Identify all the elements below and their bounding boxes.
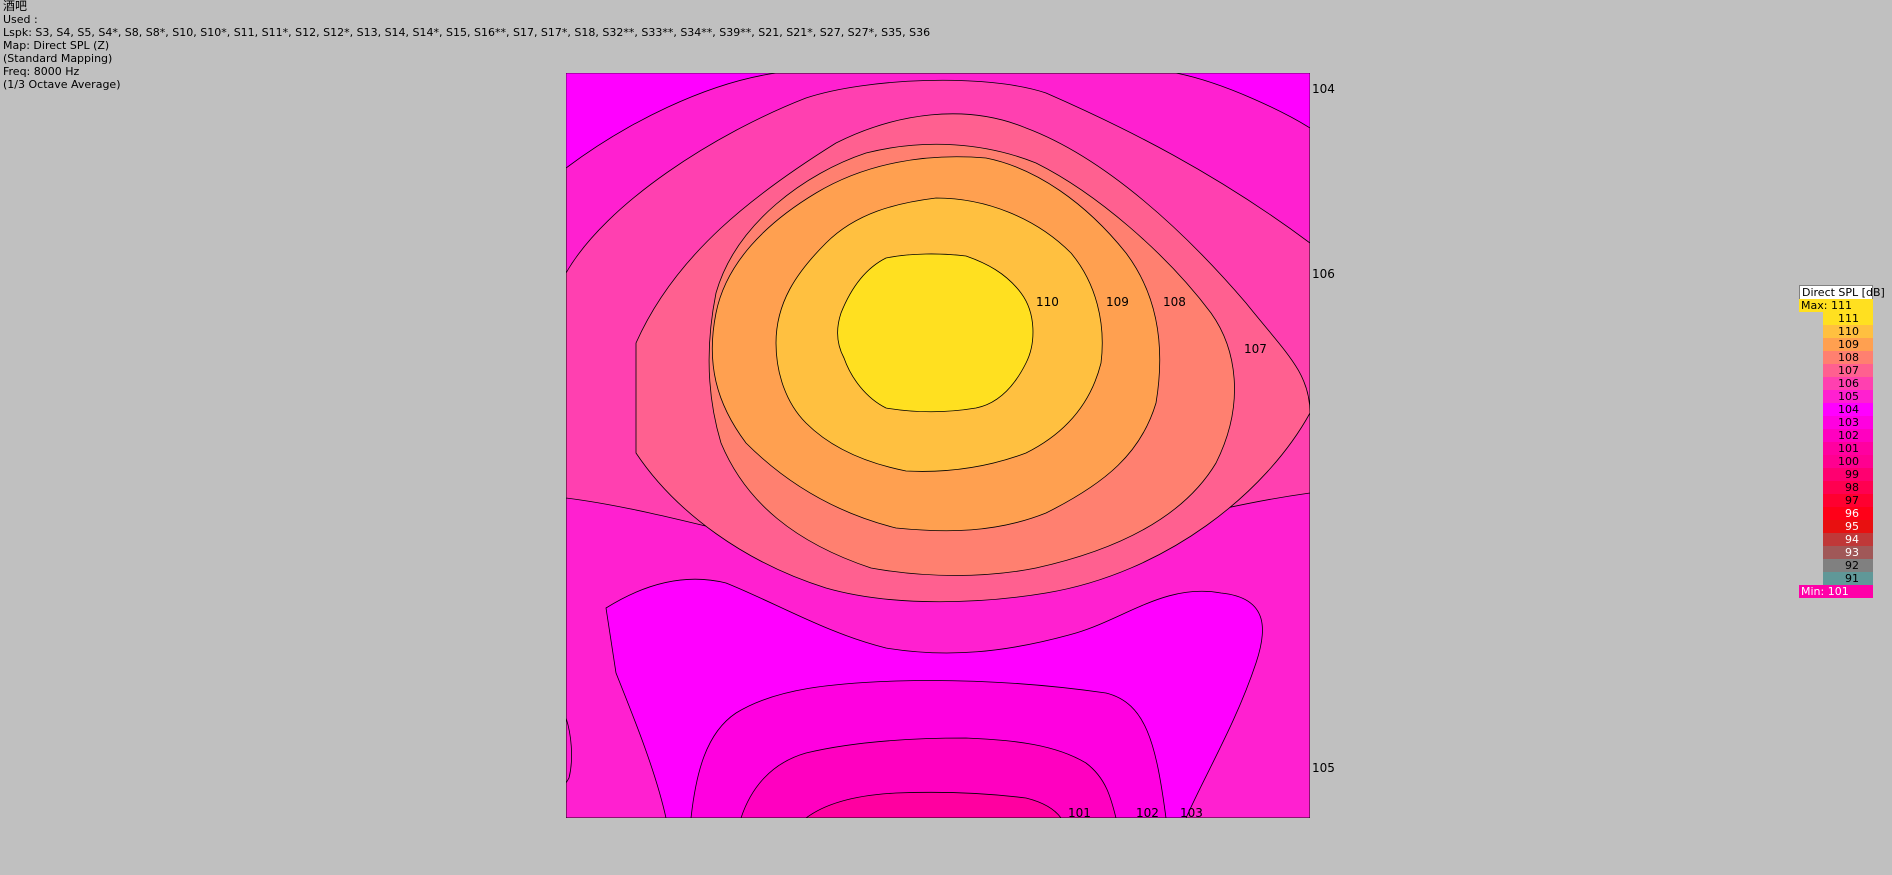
loudspeaker-list: Lspk: S3, S4, S5, S4*, S8, S8*, S10, S10… [3,26,931,39]
legend-title: Direct SPL [dB] [1799,285,1885,299]
legend-swatch: 108 [1823,351,1873,364]
legend-row: 101 [1799,442,1873,455]
mapping-mode: (Standard Mapping) [3,52,113,65]
used-label: Used : [3,13,38,26]
legend-row: 108 [1799,351,1873,364]
legend-swatch: 106 [1823,377,1873,390]
contour-label-108: 108 [1163,295,1186,309]
legend-row-spacer [1799,338,1823,351]
legend-swatch: 99 [1823,468,1873,481]
legend-row-spacer [1799,559,1823,572]
legend-swatch: 105 [1823,390,1873,403]
legend-swatch: 97 [1823,494,1873,507]
legend-swatch: 92 [1823,559,1873,572]
contour-label-103: 103 [1180,806,1203,818]
legend-swatch: 104 [1823,403,1873,416]
legend-row-spacer [1799,494,1823,507]
legend-row: 99 [1799,468,1873,481]
legend-row-spacer [1799,351,1823,364]
legend-row-spacer [1799,546,1823,559]
legend-row-spacer [1799,429,1823,442]
band-111 [837,253,1034,413]
color-legend: Direct SPL [dB] Max: 111 111 110 109 108 107… [1799,285,1885,598]
legend-row-spacer [1799,377,1823,390]
legend-row: 94 [1799,533,1873,546]
legend-row-spacer [1799,364,1823,377]
legend-row-spacer [1799,481,1823,494]
legend-swatch: 101 [1823,442,1873,455]
legend-row-spacer [1799,416,1823,429]
edge-label-106: 106 [1312,267,1335,281]
legend-swatch: 98 [1823,481,1873,494]
contour-label-107: 107 [1244,342,1267,356]
contour-label-102: 102 [1136,806,1159,818]
legend-row-spacer [1799,390,1823,403]
legend-swatch: 107 [1823,364,1873,377]
legend-row: 97 [1799,494,1873,507]
edge-label-104: 104 [1312,82,1335,96]
legend-row-spacer [1799,325,1823,338]
legend-swatch: 103 [1823,416,1873,429]
legend-row: 98 [1799,481,1873,494]
legend-swatch: 91 [1823,572,1873,585]
legend-row-spacer [1799,572,1823,585]
legend-max-value: 111 [1830,299,1852,312]
legend-row-spacer [1799,312,1823,325]
legend-swatch: 111 [1823,312,1873,325]
legend-row: 104 [1799,403,1873,416]
legend-row: 95 [1799,520,1873,533]
legend-min: Min: 101 [1799,585,1873,598]
contour-label-110: 110 [1036,295,1059,309]
legend-max: Max: 111 [1799,299,1873,312]
legend-row: 92 [1799,559,1873,572]
map-type: Map: Direct SPL (Z) [3,39,110,52]
legend-row-spacer [1799,533,1823,546]
legend-row: 109 [1799,338,1873,351]
legend-row: 111 [1799,312,1873,325]
legend-swatch: 100 [1823,455,1873,468]
legend-row: 96 [1799,507,1873,520]
legend-row: 106 [1799,377,1873,390]
legend-swatch: 95 [1823,520,1873,533]
legend-row: 91 [1799,572,1873,585]
legend-row-spacer [1799,403,1823,416]
contour-label-101: 101 [1068,806,1091,818]
legend-row: 107 [1799,364,1873,377]
legend-swatch: 102 [1823,429,1873,442]
legend-row: 102 [1799,429,1873,442]
legend-row-spacer [1799,468,1823,481]
legend-swatch: 94 [1823,533,1873,546]
legend-row-spacer [1799,442,1823,455]
legend-min-value: 101 [1827,585,1849,598]
legend-swatch: 110 [1823,325,1873,338]
legend-row-spacer [1799,520,1823,533]
edge-label-105: 105 [1312,761,1335,775]
legend-swatch: 96 [1823,507,1873,520]
legend-row-spacer [1799,455,1823,468]
legend-scale: 111 110 109 108 107 106 105 104 103 102 101 100 99 98… [1799,312,1873,585]
legend-max-label: Max: [1801,299,1828,312]
legend-min-label: Min: [1801,585,1825,598]
edge-label-layer: 104 106 105 [1312,82,1335,775]
legend-row: 93 [1799,546,1873,559]
legend-row: 100 [1799,455,1873,468]
contour-label-109: 109 [1106,295,1129,309]
legend-row: 105 [1799,390,1873,403]
legend-row: 110 [1799,325,1873,338]
project-title: 酒吧 [3,0,28,13]
legend-swatch: 109 [1823,338,1873,351]
legend-row: 103 [1799,416,1873,429]
legend-row-spacer [1799,507,1823,520]
spl-contour-map: 110 109 108 107 101 102 103 [566,73,1310,818]
legend-swatch: 93 [1823,546,1873,559]
